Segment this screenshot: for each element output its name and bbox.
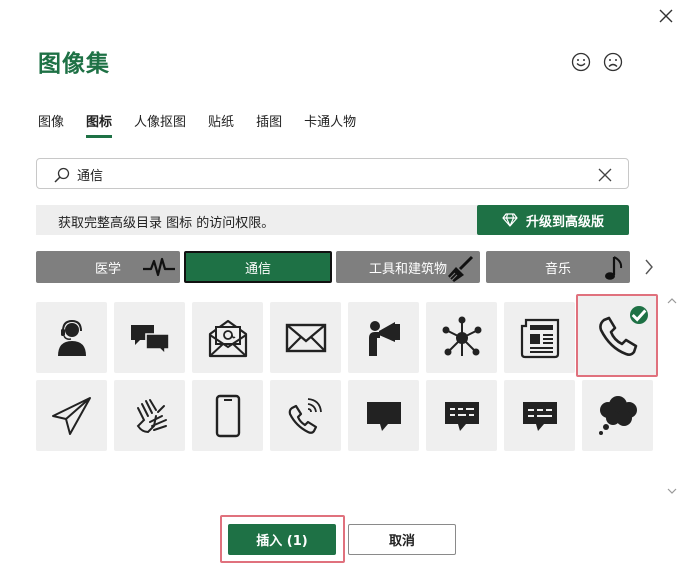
network-hub-icon (442, 316, 481, 356)
close-button[interactable] (656, 6, 676, 26)
icon-tile-phone-ringing[interactable] (270, 380, 341, 451)
megaphone-person-icon (368, 320, 400, 356)
thought-bubble-icon (598, 395, 637, 435)
icon-tile-phone-handset[interactable] (576, 294, 658, 377)
scroll-down-arrow-icon (667, 488, 677, 494)
tab-cartoon-people[interactable]: 卡通人物 (304, 108, 356, 138)
diamond-icon (502, 213, 518, 227)
search-box[interactable]: 通信 (36, 158, 629, 189)
icon-tile-sign-language[interactable] (114, 380, 185, 451)
paper-plane-icon (51, 396, 91, 435)
insert-button[interactable]: 插入 (1) (228, 524, 336, 555)
tab-illustrations[interactable]: 插图 (256, 108, 282, 138)
icon-tile-email-at[interactable] (192, 302, 263, 373)
music-note-icon (605, 256, 623, 280)
tab-images[interactable]: 图像 (38, 108, 64, 138)
newspaper-icon (520, 318, 559, 358)
chevron-right-icon (645, 259, 653, 275)
speech-bubble-icon (366, 401, 401, 431)
icon-tile-smartphone[interactable] (192, 380, 263, 451)
icon-tile-newspaper[interactable] (504, 302, 575, 373)
tab-cutout-people[interactable]: 人像抠图 (134, 108, 186, 138)
category-tools-buildings[interactable]: 工具和建筑物 (336, 251, 480, 283)
envelope-icon (285, 323, 326, 352)
email-at-icon (208, 319, 247, 357)
icon-tile-text-message-bubble[interactable] (426, 380, 497, 451)
chat-bubbles-icon (130, 324, 170, 356)
sign-language-icon (136, 398, 167, 433)
text-message-bubble-icon (444, 401, 479, 431)
smile-icon (571, 52, 591, 72)
icon-tile-megaphone-person[interactable] (348, 302, 419, 373)
category-label: 工具和建筑物 (368, 261, 447, 277)
icon-tile-paper-plane[interactable] (36, 380, 107, 451)
frown-feedback-button[interactable] (602, 51, 624, 73)
tab-stickers[interactable]: 贴纸 (208, 108, 234, 138)
search-input[interactable]: 通信 (77, 165, 103, 184)
frown-icon (603, 52, 623, 72)
icon-tile-headset-person[interactable] (36, 302, 107, 373)
tab-icons[interactable]: 图标 (86, 108, 113, 138)
upgrade-to-premium-button[interactable]: 升级到高级版 (477, 205, 629, 235)
icon-tile-network-hub[interactable] (426, 302, 497, 373)
category-label: 通信 (244, 261, 271, 277)
search-icon (54, 167, 70, 183)
category-music[interactable]: 音乐 (486, 251, 630, 283)
icon-tile-chat-bubbles[interactable] (114, 302, 185, 373)
category-label: 医学 (94, 261, 121, 277)
icon-tile-thought-bubble[interactable] (582, 380, 653, 451)
smartphone-icon (215, 394, 240, 437)
icon-tile-envelope[interactable] (270, 302, 341, 373)
category-next-button[interactable] (638, 256, 660, 278)
clear-search-icon[interactable] (597, 167, 613, 183)
cancel-button[interactable]: 取消 (348, 524, 456, 555)
upgrade-button-label: 升级到高级版 (525, 214, 604, 230)
selected-check-icon (630, 306, 648, 324)
dialog-title: 图像集 (38, 51, 110, 77)
upsell-message: 获取完整高级目录 图标 的访问权限。 (58, 216, 275, 231)
brush-icon (448, 255, 474, 282)
icon-tile-text-message-bubble-alt[interactable] (504, 380, 575, 451)
smile-feedback-button[interactable] (570, 51, 592, 73)
category-communication[interactable]: 通信 (184, 251, 332, 283)
icon-grid-scrollbar[interactable] (666, 296, 678, 514)
phone-ringing-icon (288, 397, 322, 434)
category-label: 音乐 (544, 261, 571, 277)
text-message-bubble-alt-icon (522, 401, 557, 431)
heartbeat-icon (143, 257, 175, 277)
scroll-up-arrow-icon (667, 298, 677, 304)
category-medical[interactable]: 医学 (36, 251, 180, 283)
close-icon (659, 9, 673, 23)
icon-tile-speech-bubble[interactable] (348, 380, 419, 451)
headset-person-icon (57, 319, 86, 356)
tab-bar: 图像 图标 人像抠图 贴纸 插图 卡通人物 (38, 108, 378, 138)
